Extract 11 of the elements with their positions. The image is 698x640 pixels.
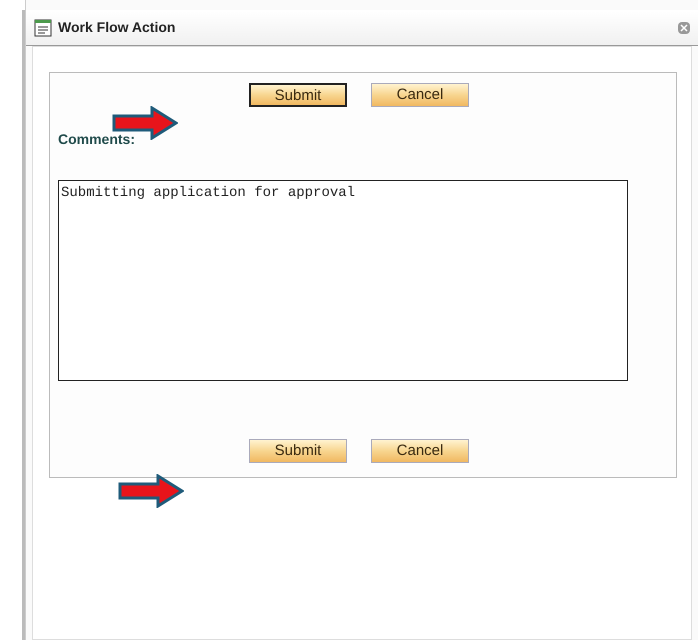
comments-label: Comments:: [58, 130, 136, 149]
action-button[interactable]: Cancel: [371, 439, 469, 463]
window-title: Work Flow Action: [58, 18, 176, 37]
arrow-icon: [118, 474, 184, 508]
action-button[interactable]: Submit: [249, 439, 347, 463]
close-icon: [680, 24, 688, 32]
comments-field[interactable]: Submitting application for approval: [58, 180, 628, 381]
document-icon: [34, 18, 52, 36]
close-button[interactable]: [678, 22, 690, 34]
action-button[interactable]: Cancel: [371, 83, 469, 107]
action-button[interactable]: Submit: [249, 83, 347, 107]
